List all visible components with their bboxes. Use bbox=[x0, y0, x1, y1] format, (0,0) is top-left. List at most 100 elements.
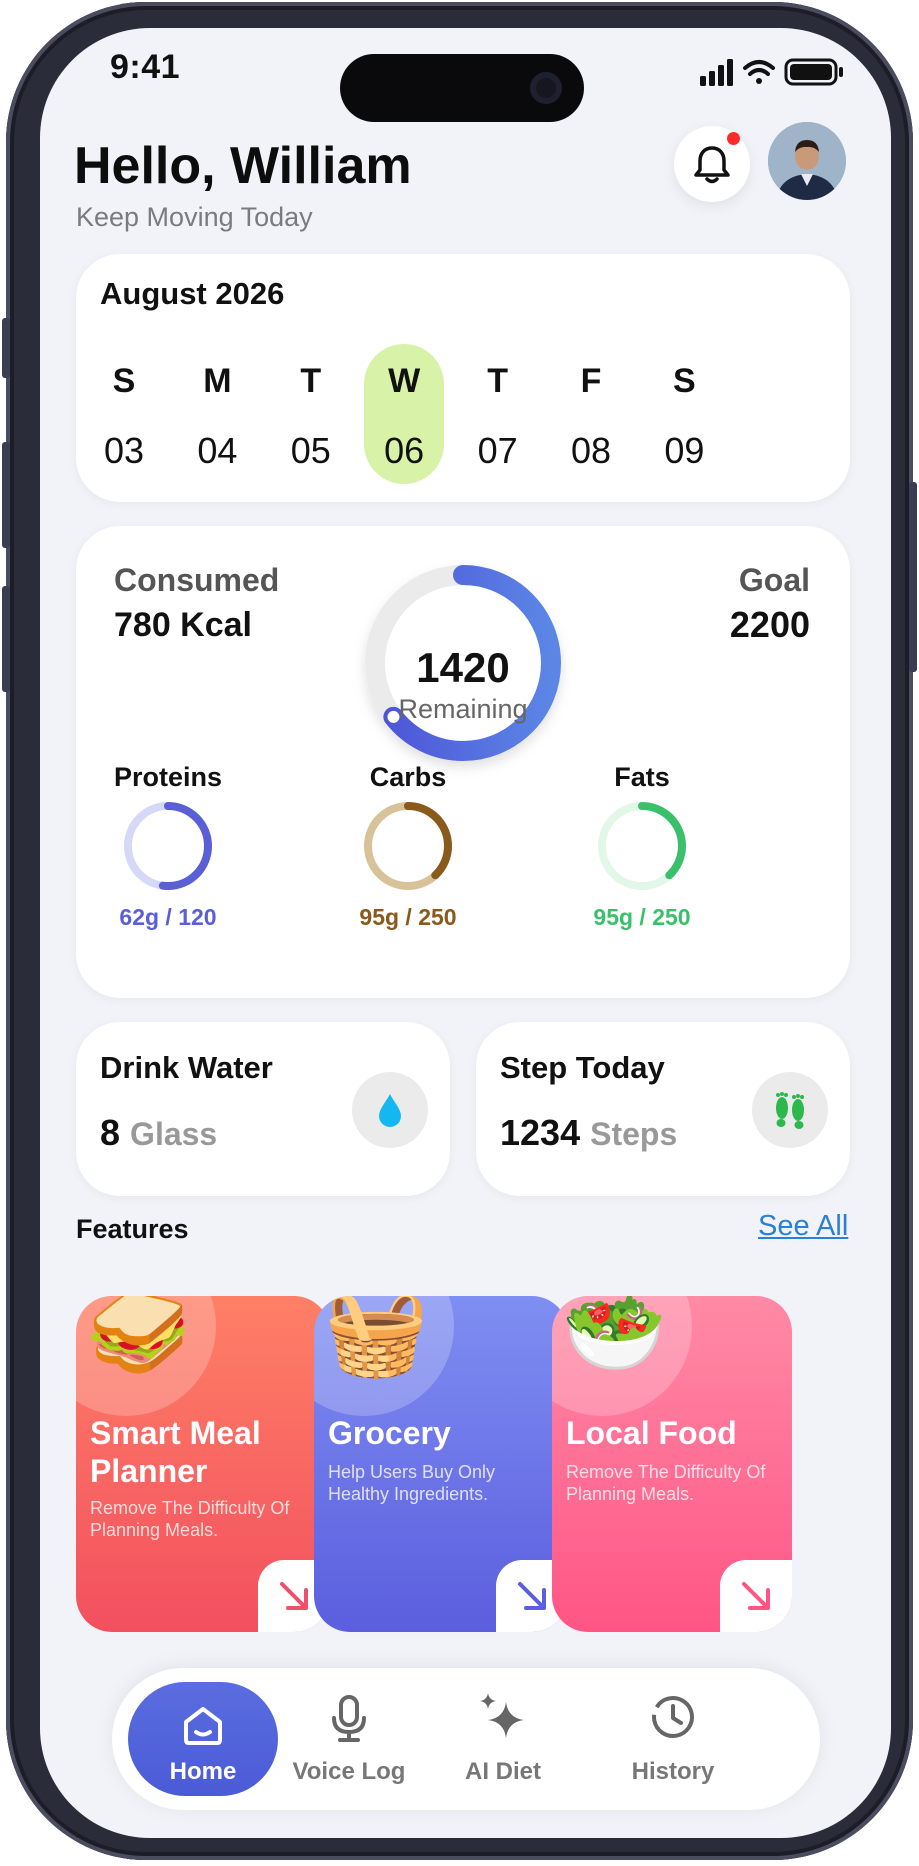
arrow-down-right-icon bbox=[742, 1582, 770, 1610]
consumed-value: 780 Kcal bbox=[114, 606, 252, 644]
salad-bowl-icon: 🥗 bbox=[562, 1296, 667, 1379]
water-title: Drink Water bbox=[100, 1050, 273, 1085]
feature-description: Help Users Buy Only Healthy Ingredients. bbox=[328, 1462, 496, 1504]
sandwich-icon: 🥪 bbox=[86, 1296, 191, 1379]
day-letter: T bbox=[300, 362, 322, 400]
nav-history-label: History bbox=[631, 1758, 715, 1785]
calorie-ring: 1420 Remaining bbox=[348, 548, 578, 778]
history-clock-icon bbox=[652, 1696, 694, 1738]
nav-voice-log[interactable]: Voice Log bbox=[274, 1668, 424, 1810]
day-06[interactable]: W 06 bbox=[364, 344, 445, 484]
mute-switch bbox=[2, 318, 10, 378]
drink-water-card[interactable]: Drink Water 8 Glass bbox=[76, 1022, 450, 1196]
day-05[interactable]: T 05 bbox=[271, 344, 351, 484]
feature-title: Local Food bbox=[566, 1415, 737, 1451]
battery-icon bbox=[784, 58, 843, 86]
grocery-basket-icon: 🧺 bbox=[324, 1296, 429, 1379]
home-icon bbox=[184, 1707, 222, 1745]
nav-ai-diet[interactable]: AI Diet bbox=[428, 1668, 578, 1810]
water-value: 8 Glass bbox=[100, 1112, 217, 1154]
calorie-summary-card: Consumed 780 Kcal Goal 2200 1420 Remaini… bbox=[76, 526, 850, 998]
day-08[interactable]: F 08 bbox=[551, 344, 631, 484]
day-letter: S bbox=[673, 362, 696, 400]
day-number: 05 bbox=[290, 430, 331, 471]
day-number: 09 bbox=[664, 430, 705, 471]
steps-count: 1234 bbox=[500, 1112, 581, 1153]
macro-ring-fats bbox=[598, 802, 686, 890]
feature-title: Grocery bbox=[328, 1415, 451, 1451]
day-number: 06 bbox=[384, 430, 425, 471]
consumed-label: Consumed bbox=[114, 562, 280, 598]
day-letter: F bbox=[580, 362, 602, 400]
volume-up-button bbox=[2, 442, 10, 548]
macro-title-carbs: Carbs bbox=[369, 762, 447, 792]
day-letter: T bbox=[487, 362, 508, 400]
status-icons bbox=[700, 58, 843, 86]
day-03[interactable]: S 03 bbox=[84, 344, 164, 484]
day-04[interactable]: M 04 bbox=[177, 344, 257, 484]
calendar-month: August 2026 bbox=[100, 276, 285, 311]
feature-card-smart-meal-planner[interactable]: 🥪 Smart Meal Planner Remove The Difficulty… bbox=[76, 1296, 330, 1632]
wifi-icon bbox=[743, 60, 775, 84]
feature-card-local-food[interactable]: 🥗 Local Food Remove The Difficulty Of Plan… bbox=[552, 1296, 792, 1632]
water-count: 8 bbox=[100, 1112, 121, 1153]
macro-title-fats: Fats bbox=[614, 762, 670, 792]
nav-voice-log-label: Voice Log bbox=[292, 1758, 406, 1785]
nav-home-label: Home bbox=[169, 1758, 237, 1785]
dynamic-island bbox=[340, 54, 584, 122]
notifications-button[interactable] bbox=[674, 126, 750, 202]
water-unit: Glass bbox=[130, 1116, 218, 1152]
nav-history[interactable]: History bbox=[598, 1668, 748, 1810]
feature-open-button[interactable] bbox=[720, 1560, 792, 1632]
day-letter: W bbox=[388, 362, 421, 400]
remaining-value: 1420 bbox=[416, 644, 510, 691]
sparkle-icon bbox=[480, 1693, 524, 1738]
footprints-icon bbox=[752, 1072, 828, 1148]
goal-label: Goal bbox=[738, 562, 810, 598]
macro-ring-proteins bbox=[124, 802, 212, 890]
day-letter: S bbox=[112, 362, 136, 400]
steps-title: Step Today bbox=[500, 1050, 665, 1085]
volume-down-button bbox=[2, 586, 10, 692]
remaining-label: Remaining bbox=[398, 694, 528, 724]
greeting-title: Hello, William bbox=[74, 137, 412, 195]
see-all-link[interactable]: See All bbox=[758, 1210, 848, 1243]
phone-frame: 9:41 Hello, William Keep Moving Today Au… bbox=[2, 2, 917, 1860]
day-number: 08 bbox=[570, 430, 612, 471]
macro-value-fats: 95g / 250 bbox=[593, 904, 691, 930]
water-drop-icon bbox=[352, 1072, 428, 1148]
nav-ai-diet-label: AI Diet bbox=[464, 1758, 541, 1785]
day-letter: M bbox=[203, 362, 232, 400]
cellular-signal-icon bbox=[700, 59, 733, 86]
bottom-nav: Home Voice Log AI Diet History bbox=[112, 1668, 820, 1810]
steps-unit: Steps bbox=[590, 1116, 678, 1152]
microphone-icon bbox=[332, 1695, 366, 1742]
greeting-subtitle: Keep Moving Today bbox=[76, 202, 313, 232]
status-time: 9:41 bbox=[110, 48, 181, 86]
day-07[interactable]: T 07 bbox=[458, 344, 538, 484]
front-camera bbox=[530, 72, 562, 104]
steps-value: 1234 Steps bbox=[500, 1112, 677, 1154]
feature-description: Remove The Difficulty Of Planning Meals. bbox=[566, 1462, 766, 1504]
macro-value-carbs: 95g / 250 bbox=[359, 904, 457, 930]
goal-value: 2200 bbox=[729, 604, 810, 645]
avatar[interactable] bbox=[768, 122, 846, 200]
feature-description: Remove The Difficulty Of Planning Meals. bbox=[90, 1498, 290, 1540]
macro-title-proteins: Proteins bbox=[113, 762, 223, 792]
nav-home[interactable]: Home bbox=[128, 1682, 278, 1796]
profile-photo bbox=[768, 122, 846, 200]
day-number: 03 bbox=[103, 430, 145, 471]
macro-value-proteins: 62g / 120 bbox=[119, 904, 217, 930]
day-number: 07 bbox=[477, 430, 518, 471]
screen: 9:41 Hello, William Keep Moving Today Au… bbox=[40, 28, 891, 1838]
day-number: 04 bbox=[197, 430, 238, 471]
features-title: Features bbox=[76, 1214, 189, 1244]
feature-title: Smart Meal Planner bbox=[90, 1415, 261, 1490]
day-09[interactable]: S 09 bbox=[644, 344, 724, 484]
notification-badge bbox=[727, 132, 740, 145]
week-calendar-card: August 2026 S 03 M 04 T 05 W 06 T 07 F 08 S 09 bbox=[76, 254, 850, 502]
macro-ring-carbs bbox=[364, 802, 452, 890]
step-today-card[interactable]: Step Today 1234 Steps bbox=[476, 1022, 850, 1196]
feature-card-grocery[interactable]: 🧺 Grocery Help Users Buy Only Healthy Ingr… bbox=[314, 1296, 568, 1632]
power-button bbox=[909, 482, 917, 672]
